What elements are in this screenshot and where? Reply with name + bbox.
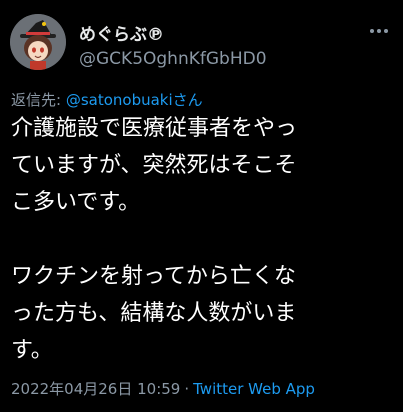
meta-separator: · [184, 380, 190, 398]
tweet-text-line: 介護施設で医療従事者をやっ [11, 116, 298, 141]
reply-mention-link[interactable]: @satonobuakiさん [66, 91, 203, 109]
avatar[interactable] [10, 14, 66, 70]
tweet-text-line: す。 [11, 338, 53, 363]
tweet-text-line: こ多いです。 [11, 190, 141, 215]
tweet-text-line: った方も、結構な人数がいま [11, 301, 297, 326]
tweet-text-line: ワクチンを射ってから亡くな [11, 264, 296, 289]
source-link[interactable]: Twitter Web App [193, 380, 315, 398]
user-handle[interactable]: @GCK5OghnKfGbHD0 [79, 49, 267, 69]
more-horizontal-icon[interactable] [370, 27, 392, 35]
reply-to-line: 返信先: @satonobuakiさん [11, 89, 203, 110]
tweet-text: 介護施設で医療従事者をやっ ていますが、突然死はそこそ こ多いです。 ワクチンを… [11, 110, 399, 369]
tweet-text-line: ていますが、突然死はそこそ [11, 153, 297, 178]
display-name[interactable]: めぐらぶ℗ [79, 20, 164, 45]
tweet-meta: 2022年04月26日 10:59 · Twitter Web App [11, 378, 315, 399]
reply-to-prefix: 返信先: [11, 91, 66, 109]
timestamp[interactable]: 2022年04月26日 10:59 [11, 380, 180, 398]
tweet: めぐらぶ℗ @GCK5OghnKfGbHD0 返信先: @satonobuaki… [0, 0, 403, 412]
avatar-illustration [10, 14, 66, 70]
